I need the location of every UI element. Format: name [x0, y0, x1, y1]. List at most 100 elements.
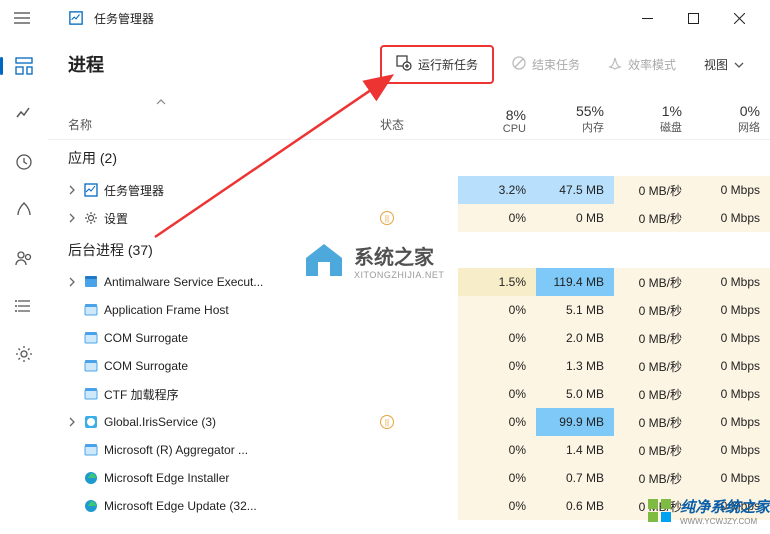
view-button[interactable]: 视图	[694, 50, 754, 79]
net-cell: 0 Mbps	[692, 296, 770, 324]
new-task-button[interactable]: 运行新任务	[380, 45, 494, 84]
process-row[interactable]: 设置 || 0% 0 MB 0 MB/秒 0 Mbps	[48, 204, 770, 232]
sidebar-processes[interactable]	[14, 56, 34, 76]
process-name: Microsoft Edge Installer	[104, 471, 380, 485]
end-task-icon	[512, 56, 526, 73]
net-cell: 0 Mbps	[692, 324, 770, 352]
mem-cell: 2.0 MB	[536, 324, 614, 352]
end-task-label: 结束任务	[532, 56, 580, 73]
sidebar-services[interactable]	[14, 344, 34, 364]
sidebar-history[interactable]	[14, 152, 34, 172]
process-icon	[84, 443, 104, 457]
cpu-cell: 0%	[458, 464, 536, 492]
hamburger-menu[interactable]	[8, 4, 36, 32]
disk-cell: 0 MB/秒	[614, 296, 692, 324]
disk-cell: 0 MB/秒	[614, 268, 692, 296]
cpu-cell: 1.5%	[458, 268, 536, 296]
column-headers: 名称 状态 8%CPU 55%内存 1%磁盘 0%网络	[48, 92, 770, 140]
sidebar	[0, 36, 48, 534]
net-cell: 0 Mbps	[692, 408, 770, 436]
sidebar-performance[interactable]	[14, 104, 34, 124]
group-bg: 后台进程 (37)	[48, 232, 770, 268]
process-row[interactable]: Application Frame Host 0% 5.1 MB 0 MB/秒 …	[48, 296, 770, 324]
disk-cell: 0 MB/秒	[614, 176, 692, 204]
sidebar-details[interactable]	[14, 296, 34, 316]
process-icon	[84, 303, 104, 317]
process-status: ||	[380, 211, 458, 225]
cpu-cell: 0%	[458, 352, 536, 380]
new-task-label: 运行新任务	[418, 56, 478, 73]
process-row[interactable]: Microsoft Edge Update (32... 0% 0.6 MB 0…	[48, 492, 770, 520]
process-row[interactable]: Microsoft Edge Installer 0% 0.7 MB 0 MB/…	[48, 464, 770, 492]
process-name: Global.IrisService (3)	[104, 415, 380, 429]
col-disk[interactable]: 1%磁盘	[614, 92, 692, 139]
chevron-down-icon	[734, 57, 744, 71]
disk-cell: 0 MB/秒	[614, 492, 692, 520]
new-task-icon	[396, 55, 412, 74]
col-cpu[interactable]: 8%CPU	[458, 92, 536, 139]
net-cell: 0 Mbps	[692, 268, 770, 296]
page-header: 进程 运行新任务 结束任务 效率模式 视图	[48, 36, 770, 92]
net-cell: 0 Mbps	[692, 380, 770, 408]
cpu-cell: 3.2%	[458, 176, 536, 204]
process-row[interactable]: CTF 加载程序 0% 5.0 MB 0 MB/秒 0 Mbps	[48, 380, 770, 408]
col-name[interactable]: 名称	[68, 92, 380, 139]
process-row[interactable]: COM Surrogate 0% 2.0 MB 0 MB/秒 0 Mbps	[48, 324, 770, 352]
mem-cell: 0.6 MB	[536, 492, 614, 520]
cpu-cell: 0%	[458, 324, 536, 352]
process-icon	[84, 211, 104, 225]
net-cell: 0 Mbps	[692, 464, 770, 492]
pause-icon: ||	[380, 211, 394, 225]
titlebar: 任务管理器	[0, 0, 770, 36]
process-icon	[84, 183, 104, 197]
disk-cell: 0 MB/秒	[614, 324, 692, 352]
process-row[interactable]: Global.IrisService (3) || 0% 99.9 MB 0 M…	[48, 408, 770, 436]
process-name: Application Frame Host	[104, 303, 380, 317]
process-name: CTF 加载程序	[104, 386, 380, 403]
efficiency-button[interactable]: 效率模式	[598, 50, 686, 79]
process-icon	[84, 471, 104, 485]
sort-chevron-icon	[156, 94, 166, 108]
cpu-cell: 0%	[458, 492, 536, 520]
end-task-button[interactable]: 结束任务	[502, 50, 590, 79]
process-icon	[84, 415, 104, 429]
mem-cell: 99.9 MB	[536, 408, 614, 436]
disk-cell: 0 MB/秒	[614, 464, 692, 492]
sidebar-startup[interactable]	[14, 200, 34, 220]
maximize-button[interactable]	[670, 2, 716, 34]
expand-chevron-icon[interactable]	[68, 277, 84, 287]
disk-cell: 0 MB/秒	[614, 408, 692, 436]
process-name: 任务管理器	[104, 182, 380, 199]
process-row[interactable]: COM Surrogate 0% 1.3 MB 0 MB/秒 0 Mbps	[48, 352, 770, 380]
sidebar-users[interactable]	[14, 248, 34, 268]
process-name: COM Surrogate	[104, 359, 380, 373]
close-button[interactable]	[716, 2, 762, 34]
disk-cell: 0 MB/秒	[614, 380, 692, 408]
process-row[interactable]: 任务管理器 3.2% 47.5 MB 0 MB/秒 0 Mbps	[48, 176, 770, 204]
process-icon	[84, 387, 104, 401]
process-name: Microsoft (R) Aggregator ...	[104, 443, 380, 457]
expand-chevron-icon[interactable]	[68, 213, 84, 223]
col-mem[interactable]: 55%内存	[536, 92, 614, 139]
process-name: COM Surrogate	[104, 331, 380, 345]
process-rows: 应用 (2) 任务管理器 3.2% 47.5 MB 0 MB/秒 0 Mbps …	[48, 140, 770, 520]
col-net[interactable]: 0%网络	[692, 92, 770, 139]
mem-cell: 5.1 MB	[536, 296, 614, 324]
expand-chevron-icon[interactable]	[68, 185, 84, 195]
mem-cell: 5.0 MB	[536, 380, 614, 408]
cpu-cell: 0%	[458, 380, 536, 408]
mem-cell: 119.4 MB	[536, 268, 614, 296]
expand-chevron-icon[interactable]	[68, 417, 84, 427]
process-icon	[84, 359, 104, 373]
process-row[interactable]: Antimalware Service Execut... 1.5% 119.4…	[48, 268, 770, 296]
efficiency-label: 效率模式	[628, 56, 676, 73]
view-label: 视图	[704, 56, 728, 73]
col-status[interactable]: 状态	[380, 92, 458, 139]
cpu-cell: 0%	[458, 204, 536, 232]
process-row[interactable]: Microsoft (R) Aggregator ... 0% 1.4 MB 0…	[48, 436, 770, 464]
net-cell: 0 Mbps	[692, 352, 770, 380]
page-title: 进程	[68, 51, 104, 77]
group-apps: 应用 (2)	[48, 140, 770, 176]
process-icon	[84, 275, 104, 289]
minimize-button[interactable]	[624, 2, 670, 34]
